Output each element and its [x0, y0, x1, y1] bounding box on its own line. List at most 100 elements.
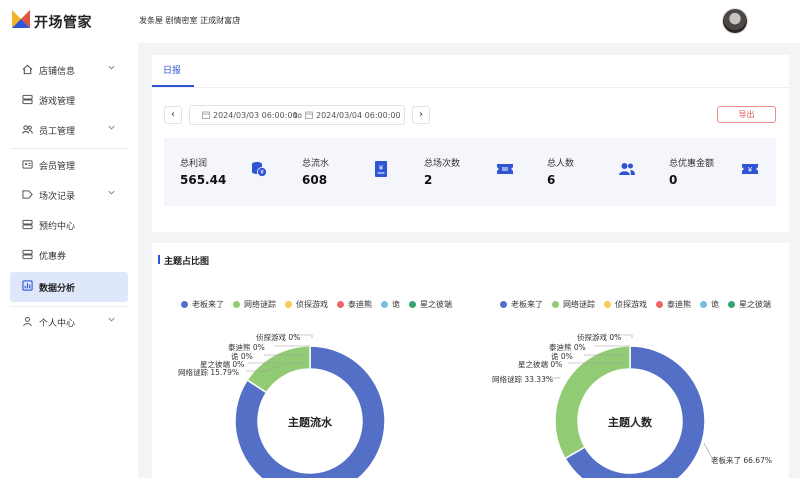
sidebar-item-label: 数据分析	[39, 284, 76, 294]
legend-label: 老板来了	[511, 300, 543, 309]
tab-daily[interactable]: 日报	[163, 63, 181, 76]
sidebar-item-label: 场次记录	[39, 192, 76, 202]
slice-label: 网络谜踪 33.33%	[492, 375, 553, 384]
legend-item[interactable]: 泰迪熊	[656, 299, 691, 310]
discount-ticket-icon: ¥	[742, 164, 758, 174]
legend-item[interactable]: 老板来了	[500, 299, 543, 310]
sidebar-item-label: 店铺信息	[39, 67, 76, 77]
receipt-icon: ¥	[375, 161, 387, 177]
svg-text:¥: ¥	[748, 166, 753, 174]
app-logo-icon	[12, 10, 30, 28]
user-icon	[23, 316, 32, 327]
sidebar-item-label: 个人中心	[39, 319, 76, 329]
chevron-down-icon	[108, 190, 115, 195]
sidebar-item-data-analysis[interactable]: 数据分析	[10, 272, 128, 302]
sidebar-divider	[10, 306, 128, 307]
sidebar-item-label: 游戏管理	[39, 97, 76, 107]
member-card-icon	[22, 160, 33, 169]
legend-label: 星之彼端	[420, 300, 452, 309]
section-title: 主题占比图	[164, 257, 210, 267]
legend-item[interactable]: 星之彼端	[409, 299, 452, 310]
legend-label: 泰迪熊	[667, 300, 691, 309]
sidebar-item-booking[interactable]: 预约中心	[10, 211, 128, 239]
date-range-picker[interactable]: 2024/03/03 06:00:00 to 2024/03/04 06:00:…	[189, 105, 405, 125]
user-avatar[interactable]	[722, 8, 748, 34]
users-icon	[22, 125, 33, 134]
legend-dot	[285, 301, 292, 308]
stat-value-sessions: 2	[424, 173, 433, 187]
legend-item[interactable]: 泰迪熊	[337, 299, 372, 310]
sidebar-item-label: 预约中心	[39, 222, 76, 232]
legend-dot	[337, 301, 344, 308]
stats-panel: 总利润 565.44 ¥ 总流水 608 ¥ 总场次数 2 总人数 6 总优惠金…	[164, 138, 776, 206]
sidebar-item-sessions[interactable]: 场次记录	[10, 181, 128, 209]
legend-item[interactable]: 侦探游戏	[604, 299, 647, 310]
calendar-icon	[305, 111, 313, 119]
store-breadcrumb[interactable]: 发条屋 剧情密室 正成财富店	[139, 15, 240, 26]
legend-dot	[656, 301, 663, 308]
sidebar-item-profile[interactable]: 个人中心	[10, 308, 128, 336]
revenue-donut-chart	[234, 334, 386, 478]
stat-label-people: 总人数	[547, 159, 575, 169]
export-button[interactable]: 导出	[717, 106, 776, 123]
date-range-end: 2024/03/04 06:00:00	[316, 111, 401, 120]
sidebar-item-label: 优惠券	[39, 252, 67, 262]
prev-day-button[interactable]: ‹	[164, 106, 182, 124]
sidebar-item-members[interactable]: 会员管理	[10, 151, 128, 179]
top-header: 开场管家 发条屋 剧情密室 正成财富店 ›	[0, 0, 800, 43]
legend-label: 老板来了	[192, 300, 224, 309]
stat-value-people: 6	[547, 173, 556, 187]
legend-item[interactable]: 老板来了	[181, 299, 224, 310]
sidebar-item-games[interactable]: 游戏管理	[10, 86, 128, 114]
stat-label-sessions: 总场次数	[424, 159, 461, 169]
coins-icon: ¥	[252, 162, 267, 177]
section-accent-bar	[158, 255, 160, 264]
legend-item[interactable]: 星之彼端	[728, 299, 771, 310]
svg-text:¥: ¥	[260, 169, 264, 176]
legend-item[interactable]: 侦探游戏	[285, 299, 328, 310]
legend-dot	[700, 301, 707, 308]
legend-dot	[604, 301, 611, 308]
chevron-down-icon	[108, 65, 115, 70]
chevron-down-icon	[108, 317, 115, 322]
legend-label: 诡	[392, 300, 400, 309]
app-brand: 开场管家	[34, 15, 92, 31]
legend-label: 网络谜踪	[563, 300, 595, 309]
stat-value-revenue: 608	[302, 173, 328, 187]
sidebar-item-coupons[interactable]: 优惠券	[10, 241, 128, 269]
sidebar-item-staff[interactable]: 员工管理	[10, 116, 128, 144]
legend-dot	[181, 301, 188, 308]
legend-dot	[233, 301, 240, 308]
ticket-icon	[497, 164, 513, 174]
stat-label-discount: 总优惠金额	[669, 159, 715, 169]
legend-dot	[409, 301, 416, 308]
legend-item[interactable]: 诡	[700, 299, 719, 310]
chart-icon	[22, 280, 33, 291]
chevron-right-icon[interactable]: ›	[236, 12, 241, 26]
chart-legend-revenue: 老板来了 网络谜踪 侦探游戏 泰迪熊 诡 星之彼端	[181, 299, 461, 310]
storage-icon	[22, 219, 33, 230]
tag-icon	[22, 190, 33, 199]
legend-dot	[552, 301, 559, 308]
next-day-button[interactable]: ›	[412, 106, 430, 124]
legend-dot	[381, 301, 388, 308]
legend-item[interactable]: 网络谜踪	[233, 299, 276, 310]
legend-dot	[500, 301, 507, 308]
legend-item[interactable]: 诡	[381, 299, 400, 310]
legend-label: 侦探游戏	[296, 300, 328, 309]
home-icon	[22, 64, 33, 75]
chevron-down-icon	[108, 125, 115, 130]
sidebar-item-label: 员工管理	[39, 127, 76, 137]
legend-label: 网络谜踪	[244, 300, 276, 309]
sidebar-item-store-info[interactable]: 店铺信息	[10, 56, 128, 84]
stat-label-revenue: 总流水	[302, 159, 330, 169]
date-range-start: 2024/03/03 06:00:00	[213, 111, 298, 120]
users-icon	[619, 163, 635, 175]
theme-ratio-card: 主题占比图 老板来了 网络谜踪 侦探游戏 泰迪熊 诡 星之彼端 老板来了 网络谜…	[152, 243, 789, 478]
daily-report-card: 日报 ‹ 2024/03/03 06:00:00 to 2024/03/04 0…	[152, 55, 789, 232]
storage-icon	[22, 94, 33, 105]
donut-center-title-revenue: 主题流水	[288, 416, 332, 429]
svg-text:¥: ¥	[379, 164, 384, 172]
legend-item[interactable]: 网络谜踪	[552, 299, 595, 310]
date-range-separator: to	[294, 111, 303, 120]
